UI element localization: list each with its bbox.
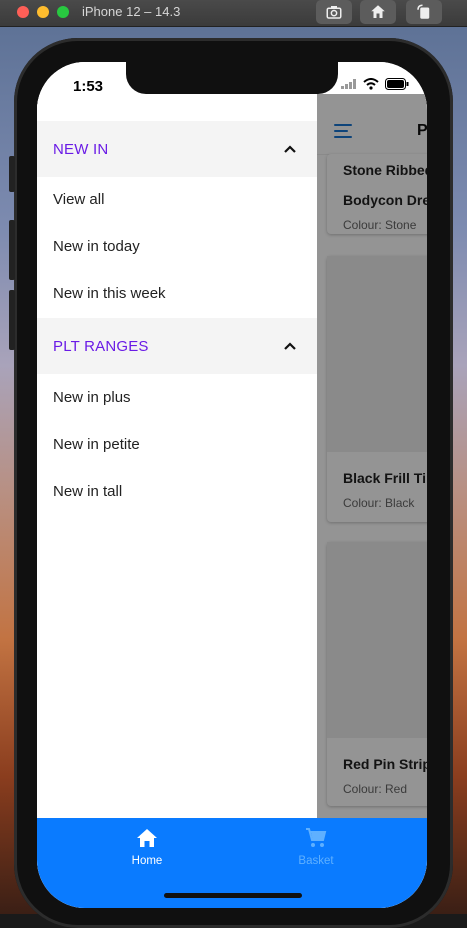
cart-icon (306, 828, 327, 847)
drawer-item-new-in-tall[interactable]: New in tall (53, 483, 122, 500)
device-screen: P Stone Ribbed Bodycon Dre Colour: Stone… (37, 62, 427, 908)
drawer-item-view-all[interactable]: View all (53, 191, 104, 208)
screenshot-button[interactable] (316, 0, 352, 24)
minimize-window-button[interactable] (37, 6, 49, 18)
drawer-item-new-in-plus[interactable]: New in plus (53, 389, 131, 406)
navigation-drawer: 1:53 NEW IN View all New in today New in… (37, 62, 317, 818)
status-icons (341, 78, 409, 90)
tab-label: Home (131, 855, 163, 867)
chevron-up-icon[interactable] (283, 144, 297, 154)
home-button[interactable] (360, 0, 396, 24)
simulator-title: iPhone 12 – 14.3 (82, 4, 181, 19)
chevron-up-icon[interactable] (283, 341, 297, 351)
battery-icon (385, 78, 409, 90)
tab-label: Basket (298, 855, 334, 867)
drawer-scrim[interactable] (317, 94, 427, 818)
tab-basket[interactable]: Basket (256, 828, 376, 869)
rotate-icon (417, 4, 430, 19)
close-window-button[interactable] (17, 6, 29, 18)
drawer-item-new-in-today[interactable]: New in today (53, 238, 140, 255)
home-indicator (164, 893, 302, 898)
zoom-window-button[interactable] (57, 6, 69, 18)
section-header-new-in[interactable]: NEW IN (37, 121, 317, 177)
notch (126, 62, 338, 94)
section-label: NEW IN (53, 140, 109, 158)
wifi-icon (363, 78, 379, 90)
signal-icon (341, 79, 356, 89)
drawer-item-new-in-this-week[interactable]: New in this week (53, 285, 166, 302)
mute-switch (9, 156, 15, 192)
rotate-button[interactable] (406, 0, 442, 24)
drawer-item-new-in-petite[interactable]: New in petite (53, 436, 140, 453)
volume-down-button (9, 290, 15, 350)
tab-home[interactable]: Home (87, 828, 207, 869)
camera-icon (326, 6, 342, 19)
section-label: PLT RANGES (53, 337, 149, 355)
home-icon (137, 829, 157, 847)
home-outline-icon (371, 5, 385, 18)
status-time: 1:53 (73, 78, 104, 95)
simulator-titlebar: iPhone 12 – 14.3 (0, 0, 467, 27)
section-header-plt-ranges[interactable]: PLT RANGES (37, 318, 317, 374)
volume-up-button (9, 220, 15, 280)
